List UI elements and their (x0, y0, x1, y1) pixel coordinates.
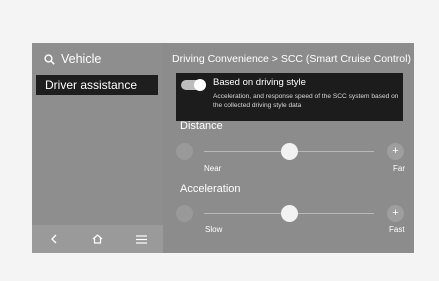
breadcrumb: Driving Convenience > SCC (Smart Cruise … (172, 53, 411, 65)
back-icon[interactable] (42, 227, 66, 251)
acceleration-max-label: Fast (389, 225, 405, 234)
distance-label: Distance (180, 120, 223, 132)
popup-description: Acceleration, and response speed of the … (213, 93, 399, 109)
acceleration-decrease-button[interactable] (176, 205, 193, 222)
search-label: Vehicle (61, 52, 102, 66)
home-icon[interactable] (85, 227, 109, 251)
menu-icon[interactable] (129, 227, 153, 251)
search-button[interactable]: Vehicle (44, 50, 101, 68)
driving-style-popup: Based on driving style Acceleration, and… (176, 73, 403, 121)
acceleration-label: Acceleration (180, 183, 241, 195)
distance-increase-button[interactable]: + (387, 143, 404, 160)
toggle-knob (194, 79, 206, 91)
infotainment-screen: Vehicle Driver assistance Driving Conven… (32, 43, 414, 253)
driving-style-toggle[interactable] (181, 79, 206, 91)
bottom-nav-bar (32, 225, 163, 253)
sidebar-item-driver-assistance[interactable]: Driver assistance (36, 75, 158, 95)
search-icon (44, 53, 55, 65)
left-panel: Vehicle Driver assistance (32, 43, 163, 253)
popup-title: Based on driving style (213, 77, 306, 88)
distance-max-label: Far (393, 164, 405, 173)
distance-decrease-button[interactable] (176, 143, 193, 160)
acceleration-min-label: Slow (205, 225, 223, 234)
distance-min-label: Near (204, 164, 222, 173)
distance-slider[interactable]: + (176, 142, 404, 164)
slider-thumb[interactable] (280, 205, 298, 222)
sidebar-item-label: Driver assistance (45, 78, 138, 92)
acceleration-slider[interactable]: + (176, 204, 404, 226)
acceleration-increase-button[interactable]: + (387, 205, 404, 222)
settings-panel: Driving Convenience > SCC (Smart Cruise … (163, 43, 414, 253)
slider-thumb[interactable] (280, 143, 298, 160)
